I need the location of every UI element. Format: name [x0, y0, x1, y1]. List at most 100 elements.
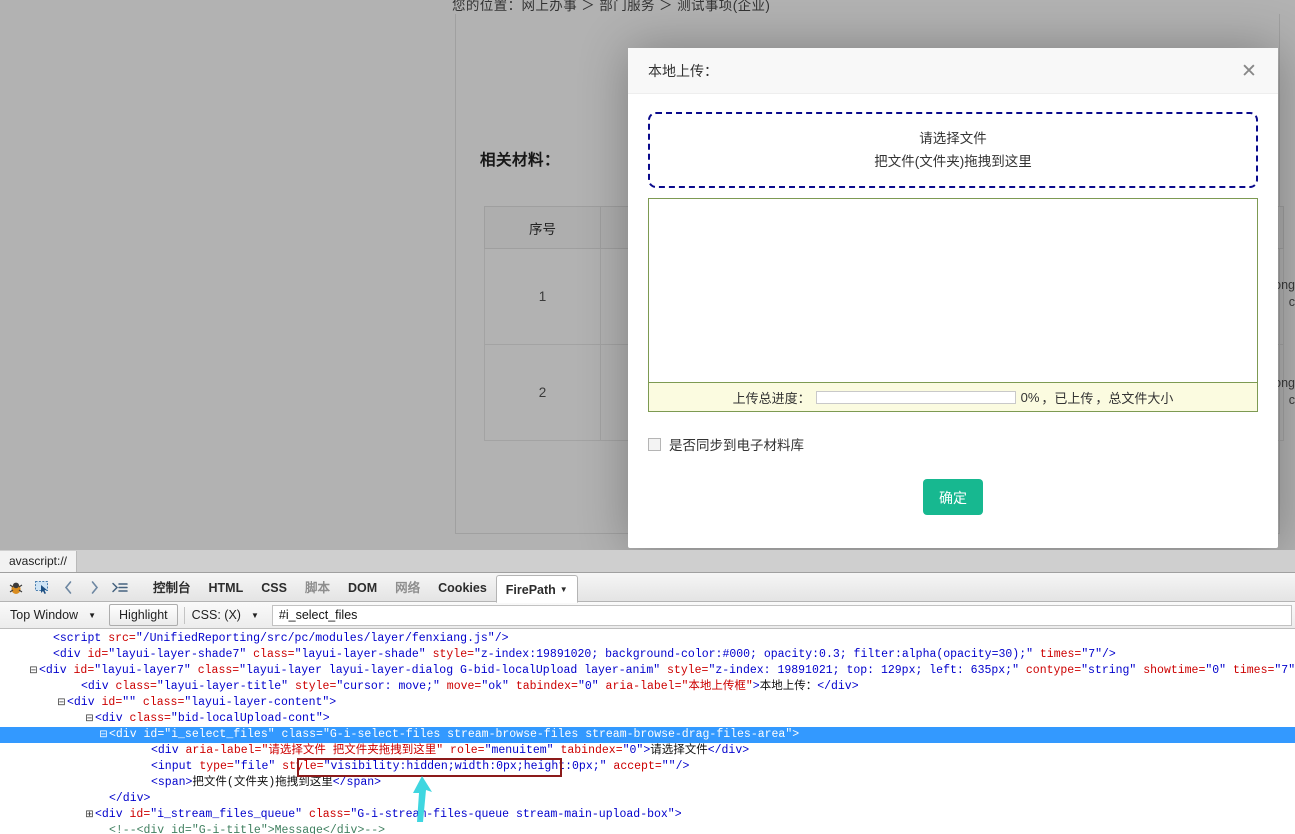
code-line[interactable]: <div id="layui-layer-shade7" class="layu…: [0, 647, 1295, 663]
code-token: />: [675, 760, 690, 773]
code-line[interactable]: <span>把文件(文件夹)拖拽到这里</span>: [0, 775, 1295, 791]
tab-firepath[interactable]: FirePath ▼: [495, 574, 578, 603]
dialog-title-bar[interactable]: 本地上传： ✕: [628, 48, 1278, 94]
collapse-icon[interactable]: ⊟: [84, 711, 95, 727]
dialog-title-text: 本地上传：: [648, 63, 718, 79]
confirm-button[interactable]: 确定: [923, 479, 983, 515]
chevron-down-icon: ▼: [559, 585, 568, 595]
firebug-icon-group: [0, 576, 136, 598]
tab-cookies[interactable]: Cookies: [429, 574, 496, 602]
expand-icon[interactable]: ⊞: [84, 807, 95, 823]
back-icon[interactable]: [57, 576, 79, 598]
tab-css[interactable]: CSS: [252, 574, 296, 602]
code-token: style=: [425, 648, 474, 661]
html-source-view[interactable]: <script src="/UnifiedReporting/src/pc/mo…: [0, 629, 1295, 834]
dialog-footer: 确定: [648, 479, 1258, 515]
tab-script[interactable]: 脚本: [296, 574, 339, 602]
code-token: "G-i-stream-files-queue stream-main-uplo…: [350, 808, 675, 821]
code-token: class=: [136, 696, 185, 709]
collapse-icon[interactable]: ⊟: [56, 695, 67, 711]
code-line[interactable]: <div class="layui-layer-title" style="cu…: [0, 679, 1295, 695]
code-token: class=: [122, 712, 171, 725]
code-line[interactable]: ⊟<div class="bid-localUpload-cont">: [0, 711, 1295, 727]
code-token: "0": [577, 680, 599, 693]
code-token: move=: [439, 680, 482, 693]
code-token: "menuitem": [484, 744, 554, 757]
code-token: "请选择文件 把文件夹拖拽到这里": [261, 744, 444, 757]
code-line[interactable]: ⊞<div id="i_stream_files_queue" class="G…: [0, 807, 1295, 823]
select-file-label: 请选择文件: [919, 131, 987, 146]
window-select-label: Top Window: [10, 607, 79, 622]
local-upload-dialog: 本地上传： ✕ 请选择文件 把文件(文件夹)拖拽到这里 上传总进度： 0% ，已…: [628, 48, 1278, 548]
code-line[interactable]: <script src="/UnifiedReporting/src/pc/mo…: [0, 631, 1295, 647]
code-token: </span>: [332, 776, 382, 789]
code-line[interactable]: <!--<div id="G-i-title">Message</div>-->: [0, 823, 1295, 834]
tab-firepath-label: FirePath: [505, 582, 556, 597]
collapse-icon[interactable]: ⊟: [98, 727, 109, 743]
code-token: "": [661, 760, 676, 773]
firebug-icon[interactable]: [5, 576, 27, 598]
sync-checkbox[interactable]: [648, 437, 661, 451]
code-line[interactable]: <div aria-label="请选择文件 把文件夹拖拽到这里" role="…: [0, 743, 1295, 759]
code-token: "z-index: 19891021; top: 129px; left: 63…: [708, 664, 1019, 677]
code-token: >: [322, 712, 330, 725]
inspector-icon[interactable]: [31, 576, 53, 598]
code-token: aria-label=: [598, 680, 682, 693]
tab-net[interactable]: 网络: [386, 574, 429, 602]
code-token: "0": [622, 744, 644, 757]
code-token: id=: [66, 664, 95, 677]
xpath-expression-input[interactable]: [271, 604, 1292, 626]
code-line-selected[interactable]: ⊟<div id="i_select_files" class="G-i-sel…: [0, 727, 1295, 743]
code-token: contype=: [1019, 664, 1082, 677]
code-token: style=: [275, 760, 324, 773]
code-token: "string": [1081, 664, 1137, 677]
code-token: "visibility:hidden;width:0px;height:0px;…: [323, 760, 607, 773]
code-line[interactable]: ⊟<div id="layui-layer7" class="layui-lay…: [0, 663, 1295, 679]
code-token: <span>: [151, 776, 193, 789]
firebug-toolbar: 控制台 HTML CSS 脚本 DOM 网络 Cookies FirePath ▼: [0, 573, 1295, 603]
dialog-body: 请选择文件 把文件(文件夹)拖拽到这里 上传总进度： 0% ，已上传 ，总文件大…: [628, 94, 1278, 548]
code-token: >: [674, 808, 682, 821]
firebug-tab-bar: 控制台 HTML CSS 脚本 DOM 网络 Cookies FirePath ▼: [144, 573, 578, 603]
tab-dom[interactable]: DOM: [339, 574, 386, 602]
code-token: "ok": [481, 680, 509, 693]
code-token: id=: [94, 696, 123, 709]
code-token: class=: [302, 808, 351, 821]
code-token: times=: [1226, 664, 1275, 677]
forward-icon[interactable]: [83, 576, 105, 598]
code-token: type=: [192, 760, 234, 773]
progress-percent: 0%: [1020, 389, 1040, 405]
highlight-button[interactable]: Highlight: [109, 604, 178, 626]
file-drop-zone[interactable]: 请选择文件 把文件(文件夹)拖拽到这里: [648, 112, 1258, 188]
close-icon[interactable]: ✕: [1234, 48, 1264, 94]
code-line[interactable]: </div>: [0, 791, 1295, 807]
upload-files-queue[interactable]: [648, 198, 1258, 383]
code-line[interactable]: <input type="file" style="visibility:hid…: [0, 759, 1295, 775]
window-select[interactable]: Top Window ▼: [3, 605, 103, 626]
code-token: 请选择文件: [650, 744, 708, 757]
expression-mode-select[interactable]: CSS: (X) ▼: [185, 605, 266, 626]
code-token: "bid-localUpload-cont": [170, 712, 323, 725]
sync-checkbox-row[interactable]: 是否同步到电子材料库: [648, 434, 1258, 454]
code-token: class=: [246, 648, 295, 661]
status-bar-link-text: avascript://: [0, 551, 78, 572]
code-token: />: [1102, 648, 1116, 661]
profile-list-icon[interactable]: [109, 576, 131, 598]
browser-status-bar: [0, 550, 1295, 572]
code-token: <div: [151, 744, 179, 757]
chevron-down-icon: ▼: [88, 610, 97, 620]
tab-console[interactable]: 控制台: [144, 574, 200, 602]
code-token: "layui-layer layui-layer-dialog G-bid-lo…: [239, 664, 661, 677]
collapse-icon[interactable]: ⊟: [28, 663, 39, 679]
tab-html[interactable]: HTML: [200, 574, 253, 602]
code-line[interactable]: ⊟<div id="" class="layui-layer-content">: [0, 695, 1295, 711]
code-token: id=: [122, 808, 151, 821]
code-token: "layui-layer-shade": [294, 648, 426, 661]
uploaded-size-label: ，已上传: [1041, 390, 1094, 406]
code-token: "layui-layer-shade7": [108, 648, 247, 661]
code-token: tabindex=: [553, 744, 623, 757]
code-token: <div: [39, 664, 67, 677]
code-token: </div>: [817, 680, 859, 693]
code-token: class=: [274, 728, 323, 741]
code-token: id=: [80, 648, 109, 661]
